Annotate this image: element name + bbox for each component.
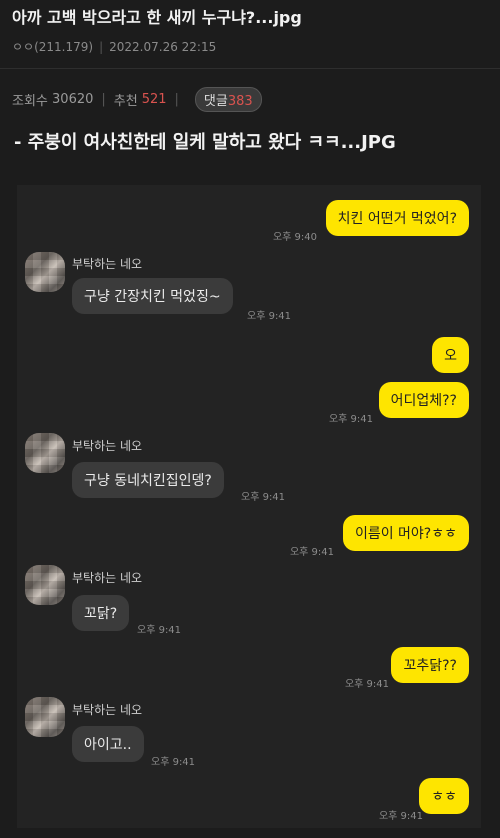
contact-name: 부탁하는 네오 bbox=[72, 703, 143, 717]
meta-separator: | bbox=[99, 40, 104, 54]
comments-count: 383 bbox=[227, 93, 253, 109]
comments-label: 댓글 bbox=[203, 93, 228, 109]
post-date: 2022.07.26 22:15 bbox=[109, 40, 217, 54]
message-time: 오후 9:41 bbox=[241, 492, 286, 503]
message-bubble-mine: 오 bbox=[432, 337, 469, 373]
chat-screenshot: 치킨 어떤거 먹었어? 오후 9:40 부탁하는 네오 구냥 간장치킨 먹었징~… bbox=[17, 185, 481, 828]
message-time: 오후 9:41 bbox=[378, 811, 423, 822]
message-time: 오후 9:40 bbox=[272, 232, 317, 243]
message-bubble-mine: 이름이 머야?ㅎㅎ bbox=[342, 515, 469, 551]
message-bubble-theirs: 아이고.. bbox=[72, 726, 144, 762]
message-time: 오후 9:41 bbox=[137, 625, 182, 636]
author-name[interactable]: ㅇㅇ(211.179) bbox=[12, 40, 93, 54]
message-bubble-mine: 꼬추닭?? bbox=[391, 647, 469, 683]
avatar bbox=[25, 433, 65, 473]
message-time: 오후 9:41 bbox=[151, 757, 196, 768]
message-bubble-theirs: 구냥 간장치킨 먹었징~ bbox=[72, 278, 233, 314]
message-bubble-mine: ㅎㅎ bbox=[419, 778, 469, 814]
comments-button[interactable]: 댓글383 bbox=[194, 86, 262, 112]
post-title: 아까 고백 박으라고 한 새끼 누구냐?...jpg bbox=[12, 8, 302, 27]
recommend-label: 추천 bbox=[113, 93, 138, 109]
recommend-count: 521 bbox=[141, 91, 167, 107]
message-time: 오후 9:41 bbox=[247, 311, 292, 322]
contact-name: 부탁하는 네오 bbox=[72, 571, 143, 585]
message-bubble-theirs: 구냥 동네치킨집인뎅? bbox=[72, 462, 224, 498]
divider bbox=[0, 68, 500, 69]
contact-name: 부탁하는 네오 bbox=[72, 439, 143, 453]
avatar bbox=[25, 697, 65, 737]
contact-name: 부탁하는 네오 bbox=[72, 257, 143, 271]
avatar bbox=[25, 565, 65, 605]
post-headline: - 주붕이 여사친한테 일케 말하고 왔다 ㅋㅋ...JPG bbox=[14, 132, 396, 153]
message-bubble-mine: 치킨 어떤거 먹었어? bbox=[325, 200, 469, 236]
message-time: 오후 9:41 bbox=[289, 547, 334, 558]
views-label: 조회수 bbox=[12, 93, 48, 109]
post-meta: ㅇㅇ(211.179) | 2022.07.26 22:15 bbox=[12, 38, 216, 55]
stats-separator: | bbox=[101, 91, 106, 107]
message-bubble-theirs: 꼬닭? bbox=[72, 595, 130, 631]
post-stats: 조회수 30620 | 추천 521 | 댓글383 bbox=[12, 86, 262, 112]
message-time: 오후 9:41 bbox=[344, 679, 389, 690]
views-count: 30620 bbox=[52, 91, 94, 107]
avatar bbox=[25, 252, 65, 292]
message-bubble-mine: 어디업체?? bbox=[378, 382, 469, 418]
message-time: 오후 9:41 bbox=[328, 414, 373, 425]
stats-separator: | bbox=[174, 91, 179, 107]
